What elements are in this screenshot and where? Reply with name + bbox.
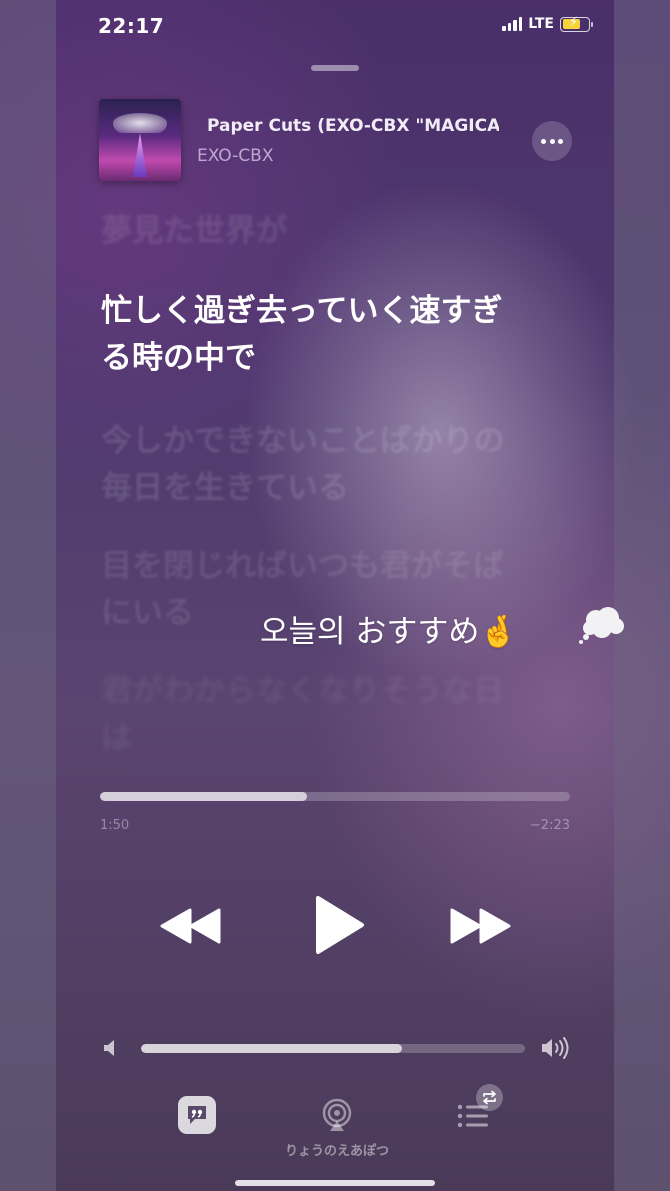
right-edge-dim	[614, 0, 670, 1191]
volume-high-icon	[542, 1037, 569, 1059]
volume-level-fill	[141, 1044, 403, 1053]
remaining-time: −2:23	[529, 818, 570, 833]
cellular-signal-icon	[502, 17, 523, 31]
playback-progress-fill	[100, 792, 307, 801]
song-title[interactable]: Paper Cuts (EXO-CBX "MAGICAL CIRCUS" 201…	[207, 116, 499, 136]
airplay-icon[interactable]	[319, 1097, 355, 1133]
more-options-button[interactable]	[532, 121, 572, 161]
album-artwork[interactable]	[99, 99, 181, 181]
artist-name[interactable]: EXO-CBX	[197, 146, 273, 166]
network-type: LTE	[528, 16, 554, 32]
status-indicators: LTE ⚡	[502, 14, 593, 32]
airplay-device-name[interactable]: りょうのえあぽつ	[270, 1140, 404, 1159]
overlay-caption: 오늘의 おすすめ🤞	[260, 614, 519, 650]
volume-low-icon	[104, 1040, 114, 1056]
battery-icon: ⚡	[560, 14, 593, 32]
sheet-grabber[interactable]	[311, 65, 359, 71]
ellipsis-icon	[541, 138, 546, 144]
playback-scrubber[interactable]	[100, 792, 570, 801]
lyric-line-previous[interactable]: 夢見た世界が	[101, 208, 521, 255]
lyrics-button[interactable]	[178, 1096, 216, 1134]
home-indicator[interactable]	[235, 1180, 435, 1186]
lyric-line-next[interactable]: 今しかできないことばかりの毎日を生きている	[101, 418, 521, 512]
lyric-line-current[interactable]: 忙しく過ぎ去っていく速すぎる時の中で	[101, 288, 521, 382]
elapsed-time: 1:50	[100, 818, 130, 833]
left-edge-dim	[0, 0, 56, 1191]
thought-bubble-icon	[579, 607, 624, 644]
play-icon[interactable]	[312, 894, 366, 956]
lyric-line-next[interactable]: 君がわからなくなりそうな日は	[101, 668, 521, 762]
lyrics-quote-icon	[188, 1106, 206, 1124]
rewind-icon[interactable]	[160, 906, 222, 946]
volume-slider[interactable]	[141, 1044, 525, 1053]
charging-bolt-icon: ⚡	[569, 14, 579, 30]
fast-forward-icon[interactable]	[449, 906, 511, 946]
repeat-icon	[483, 1090, 496, 1105]
status-time: 22:17	[98, 14, 165, 38]
repeat-badge[interactable]	[476, 1084, 503, 1111]
